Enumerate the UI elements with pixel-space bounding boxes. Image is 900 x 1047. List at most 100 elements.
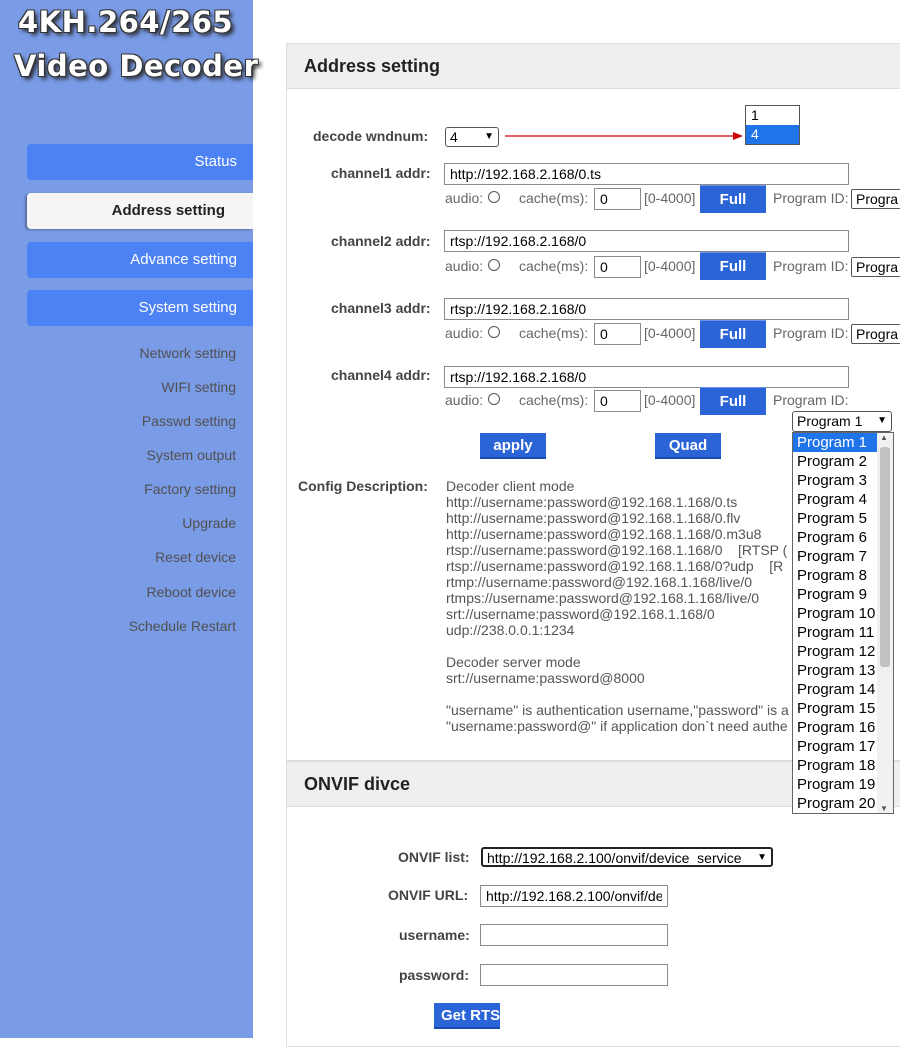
sub-system-output[interactable]: System output xyxy=(147,447,237,463)
channel1-cache-input[interactable] xyxy=(594,188,641,210)
address-section-title: Address setting xyxy=(286,43,900,89)
desc-line: http://username:password@192.168.1.168/0… xyxy=(446,526,762,542)
channel2-addr-input[interactable] xyxy=(444,230,849,252)
desc-line: srt://username:password@8000 xyxy=(446,670,645,686)
chevron-down-icon: ▼ xyxy=(484,131,494,142)
scrollbar-thumb[interactable] xyxy=(880,447,890,667)
desc-line: Decoder client mode xyxy=(446,478,575,494)
channel1-program-select[interactable]: Progra xyxy=(851,189,900,209)
menu-system-setting[interactable]: System setting xyxy=(27,290,253,326)
sub-schedule-restart[interactable]: Schedule Restart xyxy=(129,618,236,634)
desc-line: rtmps://username:password@192.168.1.168/… xyxy=(446,590,760,606)
channel4-program-select[interactable]: Program 1 ▼ xyxy=(792,411,892,432)
channel4-addr-input[interactable] xyxy=(444,366,849,388)
chevron-down-icon: ▼ xyxy=(757,852,767,863)
channel3-cache-input[interactable] xyxy=(594,323,641,345)
logo-line2: Video Decoder xyxy=(14,49,259,83)
channel2-program-select[interactable]: Progra xyxy=(851,257,900,277)
desc-line: rtmp://username:password@192.168.1.168/l… xyxy=(446,574,753,590)
channel2-label: channel2 addr: xyxy=(331,233,431,249)
apply-button[interactable]: apply xyxy=(480,433,546,459)
channel3-full-button[interactable]: Full xyxy=(700,320,766,348)
channel1-full-button[interactable]: Full xyxy=(700,185,766,213)
wndnum-dropdown[interactable]: 1 4 xyxy=(745,105,800,145)
channel4-label: channel4 addr: xyxy=(331,367,431,383)
desc-line: rtsp://username:password@192.168.1.168/0… xyxy=(446,542,788,558)
username-label: username: xyxy=(399,927,470,943)
channel3-program-id-label: Program ID: xyxy=(773,325,849,341)
menu-advance-setting[interactable]: Advance setting xyxy=(27,242,253,278)
quad-button[interactable]: Quad xyxy=(655,433,721,459)
program-list-scrollbar[interactable]: ▲ ▼ xyxy=(877,433,893,813)
channel3-cache-range: [0-4000] xyxy=(644,325,696,341)
onvif-url-label: ONVIF URL: xyxy=(388,887,469,903)
menu-status[interactable]: Status xyxy=(27,144,253,180)
sub-passwd-setting[interactable]: Passwd setting xyxy=(142,413,236,429)
username-input[interactable] xyxy=(480,924,668,946)
get-rtsp-button[interactable]: Get RTS xyxy=(434,1003,500,1029)
chevron-down-icon: ▼ xyxy=(877,415,887,426)
channel2-cache-label: cache(ms): xyxy=(519,258,589,274)
channel3-program-select[interactable]: Progra xyxy=(851,324,900,344)
scroll-up-arrow-icon[interactable]: ▲ xyxy=(880,433,888,442)
arrow-annotation xyxy=(505,132,743,140)
password-input[interactable] xyxy=(480,964,668,986)
channel1-cache-range: [0-4000] xyxy=(644,190,696,206)
channel4-audio-radio[interactable] xyxy=(488,393,500,405)
channel3-audio-label: audio: xyxy=(445,325,484,341)
channel4-cache-label: cache(ms): xyxy=(519,392,589,408)
desc-line: Decoder server mode xyxy=(446,654,581,670)
channel3-cache-label: cache(ms): xyxy=(519,325,589,341)
password-label: password: xyxy=(399,967,470,983)
channel4-cache-input[interactable] xyxy=(594,390,641,412)
channel1-audio-label: audio: xyxy=(445,190,484,206)
sub-reboot-device[interactable]: Reboot device xyxy=(146,584,236,600)
channel4-program-select-value: Program 1 xyxy=(797,413,863,429)
channel2-cache-range: [0-4000] xyxy=(644,258,696,274)
program-option-selected[interactable]: Program 1 xyxy=(793,433,877,452)
sub-reset-device[interactable]: Reset device xyxy=(155,549,236,565)
channel1-addr-input[interactable] xyxy=(444,163,849,185)
sub-factory-setting[interactable]: Factory setting xyxy=(144,481,236,497)
channel2-audio-label: audio: xyxy=(445,258,484,274)
channel3-label: channel3 addr: xyxy=(331,300,431,316)
desc-line: "username" is authentication username,"p… xyxy=(446,702,789,718)
onvif-list-label: ONVIF list: xyxy=(398,849,470,865)
channel2-audio-radio[interactable] xyxy=(488,259,500,271)
channel4-cache-range: [0-4000] xyxy=(644,392,696,408)
wndnum-option[interactable]: 1 xyxy=(746,106,799,125)
sub-network-setting[interactable]: Network setting xyxy=(140,345,236,361)
program-dropdown-list[interactable]: Program 1 Program 2 Program 3 Program 4 … xyxy=(792,432,894,814)
sub-wifi-setting[interactable]: WIFI setting xyxy=(161,379,236,395)
onvif-list-select[interactable]: http://192.168.2.100/onvif/device_servic… xyxy=(481,847,773,867)
channel4-full-button[interactable]: Full xyxy=(700,387,766,415)
channel4-audio-label: audio: xyxy=(445,392,484,408)
wndnum-option-selected[interactable]: 4 xyxy=(746,125,799,144)
wndnum-select[interactable]: 4 ▼ xyxy=(445,127,499,147)
channel1-program-id-label: Program ID: xyxy=(773,190,849,206)
desc-line: http://username:password@192.168.1.168/0… xyxy=(446,510,741,526)
channel4-program-id-label: Program ID: xyxy=(773,392,849,408)
wndnum-select-value: 4 xyxy=(450,129,458,145)
desc-line: udp://238.0.0.1:1234 xyxy=(446,622,575,638)
desc-line: srt://username:password@192.168.1.168/0 xyxy=(446,606,715,622)
config-description-label: Config Description: xyxy=(298,478,428,494)
channel1-cache-label: cache(ms): xyxy=(519,190,589,206)
scroll-down-arrow-icon[interactable]: ▼ xyxy=(880,804,888,813)
channel2-cache-input[interactable] xyxy=(594,256,641,278)
desc-line: "username:password@" if application don`… xyxy=(446,718,788,734)
wndnum-label: decode wndnum: xyxy=(313,128,429,144)
channel2-program-id-label: Program ID: xyxy=(773,258,849,274)
channel3-audio-radio[interactable] xyxy=(488,326,500,338)
onvif-url-input[interactable] xyxy=(480,885,668,907)
logo-line1: 4KH.264/265 xyxy=(18,5,234,39)
channel1-label: channel1 addr: xyxy=(331,165,431,181)
channel2-full-button[interactable]: Full xyxy=(700,252,766,280)
desc-line: rtsp://username:password@192.168.1.168/0… xyxy=(446,558,784,574)
onvif-list-value: http://192.168.2.100/onvif/device_servic… xyxy=(487,850,742,866)
sidebar: 4KH.264/265 Video Decoder Status Address… xyxy=(0,0,258,1038)
sub-upgrade[interactable]: Upgrade xyxy=(182,515,236,531)
channel1-audio-radio[interactable] xyxy=(488,191,500,203)
menu-address-setting[interactable]: Address setting xyxy=(27,193,253,229)
channel3-addr-input[interactable] xyxy=(444,298,849,320)
